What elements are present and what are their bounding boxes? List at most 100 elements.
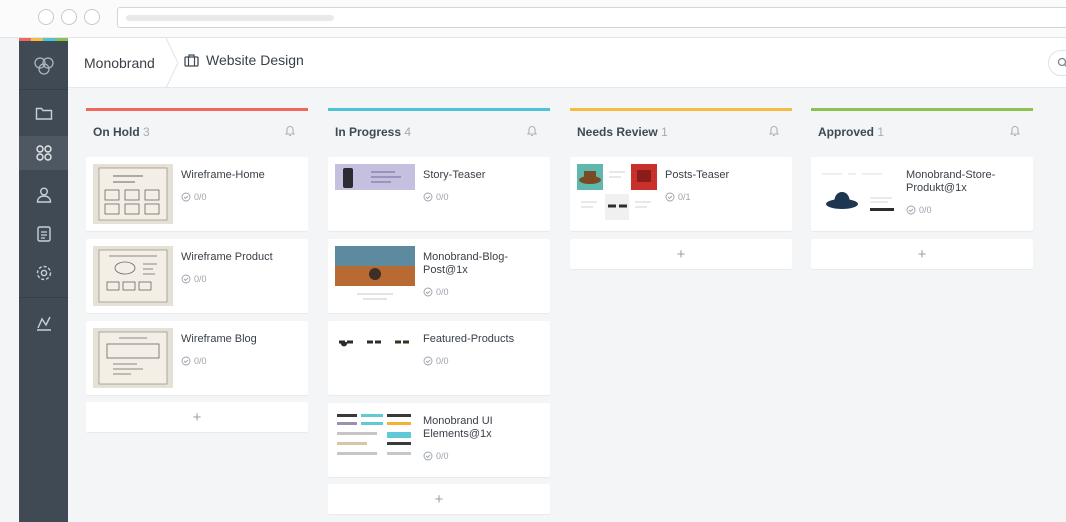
card[interactable]: Monobrand-Blog-Post@1x 0/0 [328,239,550,313]
column-title-label: Needs Review [577,125,658,139]
card-stat-value: 0/0 [194,356,207,366]
folder-icon[interactable] [19,96,68,130]
card[interactable]: Wireframe Product 0/0 [86,239,308,313]
window-minimize-button[interactable] [61,9,77,25]
bell-icon[interactable] [768,124,780,137]
settings-icon[interactable] [19,256,68,290]
column-title: Needs Review 1 [577,125,668,139]
card-title: Wireframe Product [181,251,273,263]
column-on-hold: On Hold 3 Wireframe-Home 0/0 Wireframe P… [86,108,308,432]
bell-icon[interactable] [284,124,296,137]
breadcrumb-section[interactable]: Website Design [184,52,304,68]
card-thumbnail [93,328,173,388]
column-approved: Approved 1 Monobrand-Store-Produkt@1x 0/… [811,108,1033,269]
logo-icon[interactable] [19,49,68,83]
checklist-icon[interactable] [19,217,68,251]
check-circle-icon [423,287,433,297]
window-close-button[interactable] [38,9,54,25]
check-circle-icon [181,192,191,202]
sidebar [19,38,68,522]
card[interactable]: Posts-Teaser 0/1 [570,157,792,231]
column-header: In Progress 4 [328,111,550,151]
card-title: Wireframe-Home [181,169,265,181]
card-title: Posts-Teaser [665,169,730,181]
card-stat-value: 0/0 [919,205,932,215]
card-thumbnail [818,164,898,224]
check-circle-icon [423,192,433,202]
brand-stripe [19,38,31,41]
column-count: 1 [877,125,885,139]
check-circle-icon [423,451,433,461]
column-count: 4 [404,125,412,139]
add-card-button[interactable]: + [86,402,308,432]
bell-icon[interactable] [526,124,538,137]
card-stat-value: 0/0 [436,451,449,461]
card-stat-value: 0/0 [194,274,207,284]
column-title-label: In Progress [335,125,402,139]
check-circle-icon [423,356,433,366]
card-title: Wireframe Blog [181,333,257,345]
add-card-button[interactable]: + [811,239,1033,269]
card-checklist-status: 0/0 [181,192,207,202]
card-title: Monobrand UI Elements@1x [423,415,493,440]
add-card-button[interactable]: + [570,239,792,269]
card-checklist-status: 0/0 [181,274,207,284]
users-icon[interactable] [19,178,68,212]
top-bar: Monobrand Website Design [68,38,1066,88]
window-maximize-button[interactable] [84,9,100,25]
breadcrumb-project[interactable]: Monobrand [84,55,155,71]
column-in-progress: In Progress 4 Story-Teaser 0/0 Monobrand… [328,108,550,514]
column-header: On Hold 3 [86,111,308,151]
card-title: Monobrand-Store-Produkt@1x [906,169,996,194]
search-icon [1057,57,1066,67]
column-title: On Hold 3 [93,125,150,139]
card[interactable]: Featured-Products 0/0 [328,321,550,395]
brand-stripe [56,38,68,41]
reports-icon[interactable] [19,306,68,340]
card-checklist-status: 0/0 [423,451,449,461]
card-checklist-status: 0/1 [665,192,691,202]
card-checklist-status: 0/0 [423,192,449,202]
check-circle-icon [665,192,675,202]
card-thumbnail [93,246,173,306]
brand-stripe [31,38,43,41]
card-thumbnail [335,164,415,190]
column-title: Approved 1 [818,125,884,139]
column-header: Needs Review 1 [570,111,792,151]
card[interactable]: Story-Teaser 0/0 [328,157,550,231]
card-checklist-status: 0/0 [181,356,207,366]
card-checklist-status: 0/0 [906,205,932,215]
card-stat-value: 0/0 [194,192,207,202]
sidebar-divider [19,297,68,298]
card-title: Story-Teaser [423,169,486,181]
breadcrumb-section-label: Website Design [206,52,304,68]
card-stat-value: 0/0 [436,192,449,202]
card[interactable]: Wireframe Blog 0/0 [86,321,308,395]
column-header: Approved 1 [811,111,1033,151]
card-stat-value: 0/0 [436,356,449,366]
card-title: Featured-Products [423,333,515,345]
briefcase-icon [184,54,199,67]
search-button[interactable] [1048,50,1066,76]
card[interactable]: Monobrand-Store-Produkt@1x 0/0 [811,157,1033,231]
card[interactable]: Wireframe-Home 0/0 [86,157,308,231]
check-circle-icon [181,274,191,284]
column-count: 3 [143,125,150,139]
card-title: Monobrand-Blog-Post@1x [423,251,508,276]
column-title: In Progress 4 [335,125,411,139]
browser-chrome [0,0,1066,38]
breadcrumb-separator-icon [165,38,179,88]
board-icon[interactable] [19,136,68,170]
card-checklist-status: 0/0 [423,287,449,297]
column-needs-review: Needs Review 1 Posts-Teaser 0/1 + [570,108,792,269]
column-title-label: Approved [818,125,875,139]
card-thumbnail [93,164,173,224]
address-bar[interactable] [117,7,1066,28]
bell-icon[interactable] [1009,124,1021,137]
card[interactable]: Monobrand UI Elements@1x 0/0 [328,403,550,477]
card-thumbnail [335,410,415,470]
brand-stripe [43,38,56,41]
card-thumbnail [335,246,415,306]
add-card-button[interactable]: + [328,484,550,514]
card-thumbnail [577,164,657,224]
